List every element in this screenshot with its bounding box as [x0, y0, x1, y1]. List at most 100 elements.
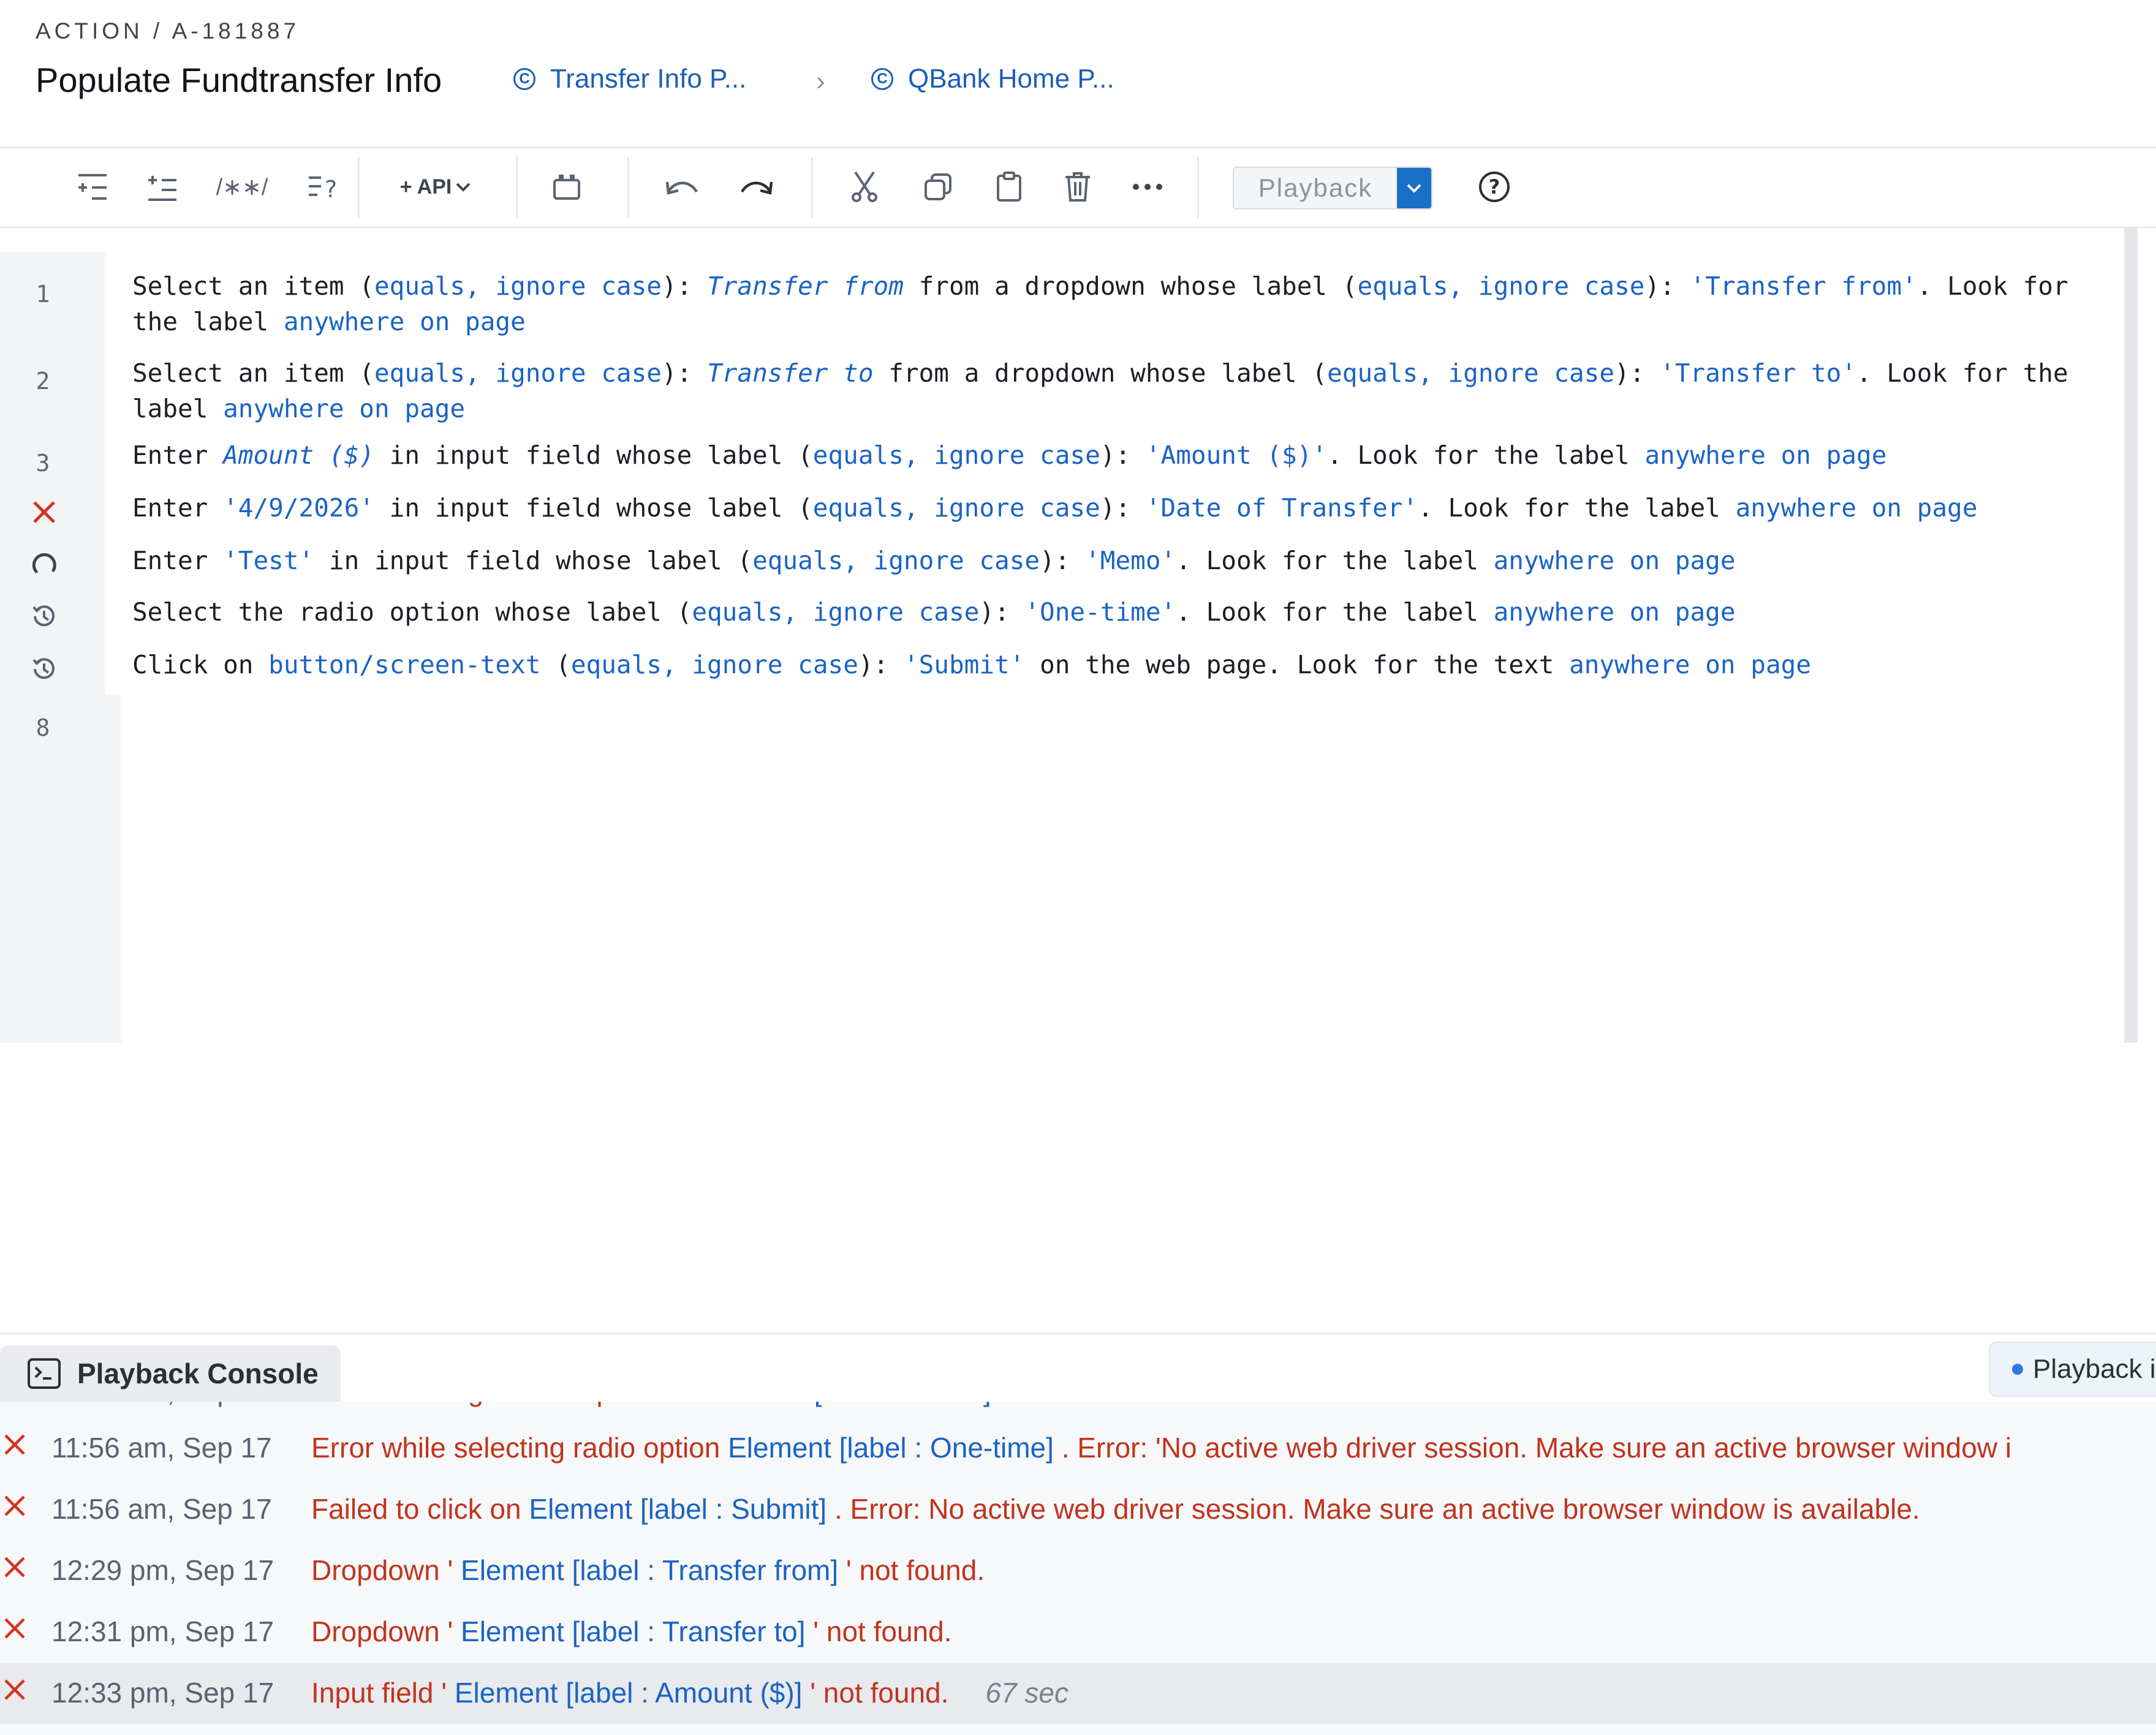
log-message: Dropdown ' Element [label : Transfer fro… — [311, 1554, 985, 1587]
insert-step-below-icon[interactable] — [142, 167, 183, 207]
step-parameter[interactable]: equals, ignore case — [571, 650, 858, 679]
console-log-entry[interactable]: 12:31 pm, Sep 17 Dropdown ' Element [labe… — [0, 1601, 2156, 1663]
step-text: ): — [1644, 271, 1690, 301]
condition-icon[interactable]: ? — [304, 167, 347, 207]
redo-icon[interactable] — [735, 167, 778, 207]
copy-icon[interactable] — [917, 167, 959, 207]
step-parameter[interactable]: equals, ignore case — [692, 597, 979, 627]
step-parameter[interactable]: 'Transfer to' — [1660, 358, 1856, 388]
page-header: ACTION / A-181887 Populate Fundtransfer … — [0, 0, 2156, 148]
step-parameter[interactable]: 'One-time' — [1024, 597, 1176, 627]
playback-button[interactable]: Playback — [1233, 167, 1432, 210]
step-line[interactable]: Select an item (equals, ignore case): Tr… — [132, 268, 2111, 339]
step-line[interactable]: Select the radio option whose label (equ… — [132, 594, 2111, 630]
playback-status-badge[interactable]: Playback i — [1989, 1342, 2156, 1397]
step-parameter[interactable]: button/screen-text — [268, 650, 540, 679]
console-log-list: 11:56 am, Sep 17 Error entering text in i… — [0, 1402, 2156, 1735]
playback-label: Playback — [1234, 168, 1397, 208]
group-steps-icon[interactable] — [545, 167, 588, 207]
step-parameter[interactable]: anywhere on page — [1494, 597, 1736, 627]
step-text: Select the radio option whose label ( — [132, 597, 692, 627]
step-parameter[interactable]: equals, ignore case — [813, 440, 1100, 470]
step-line[interactable]: Click on button/screen-text (equals, ign… — [132, 647, 2111, 682]
step-parameter[interactable]: anywhere on page — [1494, 546, 1736, 575]
element-reference[interactable]: Element [label : Submit] — [529, 1493, 826, 1525]
insert-step-above-icon[interactable] — [72, 167, 113, 207]
breadcrumb-qbank-home[interactable]: C QBank Home P... — [871, 64, 1114, 94]
step-text: ): — [1100, 493, 1146, 523]
terminal-icon — [28, 1358, 61, 1389]
breadcrumb-transfer-info[interactable]: C Transfer Info P... — [513, 64, 746, 94]
step-text: in input field whose label ( — [374, 440, 813, 470]
log-timestamp: 11:56 am, Sep 17 — [51, 1432, 272, 1464]
step-parameter[interactable]: anywhere on page — [1736, 493, 1978, 523]
element-reference[interactable]: Element [label : Amount ($)] — [455, 1677, 803, 1709]
line-number: 8 — [36, 714, 50, 741]
playback-dropdown[interactable] — [1397, 168, 1431, 208]
step-parameter[interactable]: Amount ($) — [223, 440, 374, 470]
help-icon[interactable]: ? — [1473, 167, 1516, 207]
element-reference[interactable]: Element [label : Memo] — [703, 1402, 991, 1407]
step-parameter[interactable]: equals, ignore case — [374, 271, 662, 301]
step-parameter[interactable]: equals, ignore case — [813, 493, 1100, 523]
log-message: Input field ' Element [label : Amount ($… — [311, 1676, 1069, 1709]
step-text: Click on — [132, 650, 269, 679]
comment-icon[interactable]: /∗∗/ — [214, 167, 270, 207]
step-parameter[interactable]: 'Memo' — [1085, 546, 1176, 575]
log-text: Input field ' — [311, 1677, 455, 1709]
step-text: ): — [1100, 440, 1146, 470]
svg-text:?: ? — [325, 176, 337, 202]
error-x-icon — [0, 1675, 29, 1704]
console-log-entry[interactable]: 11:56 am, Sep 17 Failed to click on Eleme… — [0, 1479, 2156, 1540]
delete-icon[interactable] — [1056, 167, 1099, 207]
step-parameter[interactable]: anywhere on page — [1644, 440, 1886, 470]
step-parameter[interactable]: equals, ignore case — [752, 546, 1040, 575]
paste-icon[interactable] — [988, 167, 1031, 207]
step-parameter[interactable]: 'Transfer from' — [1690, 271, 1917, 301]
line-number: 2 — [36, 368, 50, 395]
tab-playback-console[interactable]: Playback Console — [0, 1345, 341, 1402]
console-log-entry[interactable]: 11:56 am, Sep 17 Error while selecting ra… — [0, 1418, 2156, 1479]
undo-icon[interactable] — [660, 167, 703, 207]
error-x-icon — [0, 1614, 29, 1643]
cut-icon[interactable] — [843, 167, 886, 207]
more-options-icon[interactable] — [1126, 167, 1169, 207]
element-reference[interactable]: Element [label : Transfer to] — [461, 1616, 806, 1647]
step-text: . Look for the label — [1327, 440, 1645, 470]
log-duration: 67 sec — [985, 1677, 1069, 1709]
chevron-down-icon — [1407, 184, 1421, 193]
element-reference[interactable]: Element [label : One-time] — [728, 1432, 1054, 1464]
console-log-entry[interactable]: 12:33 pm, Sep 17 Input field ' Element [l… — [0, 1663, 2156, 1724]
step-parameter[interactable]: Transfer to — [707, 358, 874, 388]
element-reference[interactable]: Element [label : Transfer from] — [461, 1554, 838, 1586]
step-text: from a dropdown whose label ( — [903, 271, 1358, 301]
line-number: 3 — [36, 450, 50, 477]
step-parameter[interactable]: '4/9/2026' — [223, 493, 374, 523]
playback-status-label: Playback i — [2033, 1354, 2156, 1384]
editor-scrollbar[interactable] — [2124, 228, 2138, 1043]
step-parameter[interactable]: equals, ignore case — [1357, 271, 1644, 301]
step-text: Enter — [132, 493, 224, 523]
step-parameter[interactable]: equals, ignore case — [1327, 358, 1614, 388]
step-line[interactable]: Select an item (equals, ignore case): Tr… — [132, 355, 2111, 426]
step-parameter[interactable]: Transfer from — [707, 271, 904, 301]
log-text: ' not found. — [802, 1677, 949, 1709]
step-parameter[interactable]: equals, ignore case — [374, 358, 662, 388]
step-parameter[interactable]: anywhere on page — [1569, 650, 1811, 679]
step-parameter[interactable]: 'Amount ($)' — [1146, 440, 1327, 470]
step-parameter[interactable]: 'Date of Transfer' — [1146, 493, 1418, 523]
page-title: Populate Fundtransfer Info — [36, 61, 442, 99]
step-text: Enter — [132, 546, 224, 575]
step-parameter[interactable]: 'Submit' — [904, 650, 1024, 679]
console-log-entry[interactable]: 12:29 pm, Sep 17 Dropdown ' Element [labe… — [0, 1540, 2156, 1601]
step-parameter[interactable]: anywhere on page — [223, 394, 465, 423]
step-line[interactable]: Enter Amount ($) in input field whose la… — [132, 437, 2111, 473]
step-line[interactable]: Enter '4/9/2026' in input field whose la… — [132, 490, 2111, 526]
step-text: on the web page. Look for the text — [1024, 650, 1570, 679]
step-line[interactable]: Enter 'Test' in input field whose label … — [132, 543, 2111, 578]
step-parameter[interactable]: 'Test' — [223, 546, 314, 575]
step-text: from a dropdown whose label ( — [873, 358, 1328, 388]
step-parameter[interactable]: anywhere on page — [284, 307, 526, 336]
log-timestamp: 12:31 pm, Sep 17 — [51, 1616, 274, 1647]
add-api-button[interactable]: + API — [390, 167, 482, 207]
